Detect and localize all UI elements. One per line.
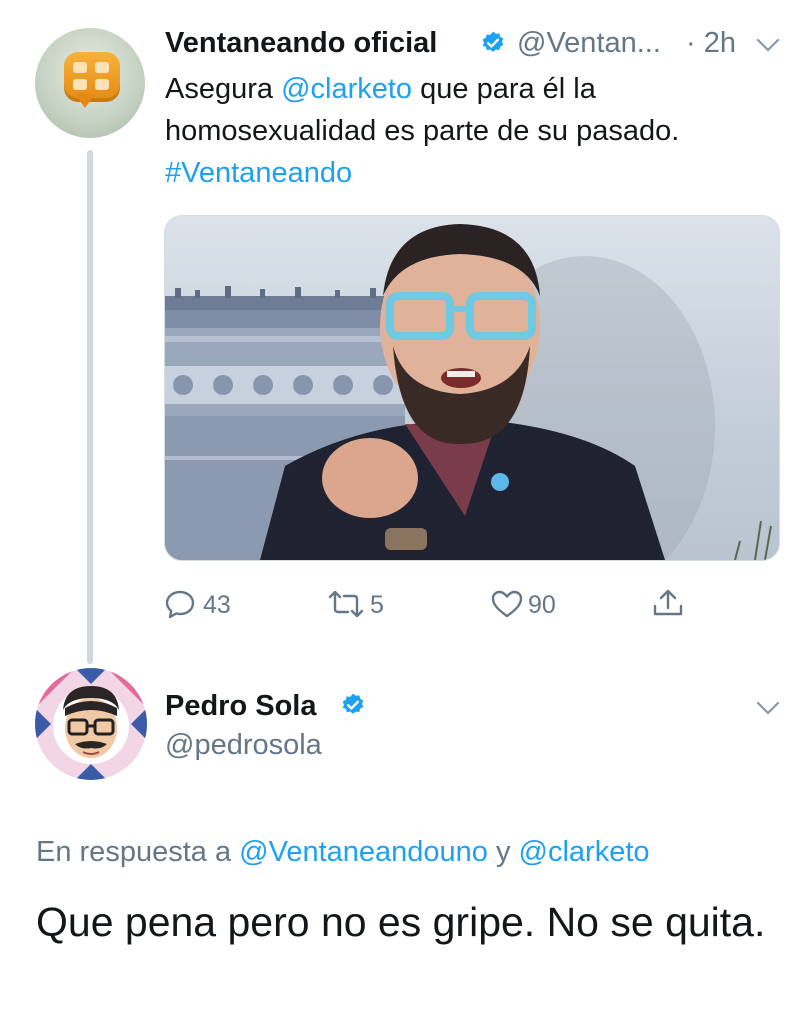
author-name[interactable]: Pedro Sola xyxy=(165,690,317,723)
share-icon[interactable] xyxy=(651,586,685,620)
thread-connector-line xyxy=(87,150,93,664)
author-handle[interactable]: @pedrosola xyxy=(165,729,322,762)
replying-conjunction: y xyxy=(495,836,511,868)
chevron-down-icon[interactable] xyxy=(755,37,781,53)
like-icon[interactable] xyxy=(490,588,524,620)
tweet-text-part: Asegura xyxy=(165,73,274,105)
avatar-ventaneando[interactable] xyxy=(35,28,145,138)
reply-tweet-text: Que pena pero no es gripe. No se quita. xyxy=(36,899,766,945)
replying-mention-link[interactable]: @clarketo xyxy=(519,836,650,868)
avatar-cartoon-face xyxy=(35,668,147,780)
reply-icon[interactable] xyxy=(164,588,198,620)
retweet-count: 5 xyxy=(370,591,384,619)
tweet-photo[interactable] xyxy=(164,215,780,561)
replying-to: En respuesta a @Ventaneandouno y @clarke… xyxy=(36,836,650,869)
replying-prefix: En respuesta a xyxy=(36,836,232,868)
chevron-down-icon[interactable] xyxy=(755,700,781,716)
tweet-text: Asegura @clarketo que para él la homosex… xyxy=(165,68,785,194)
author-name[interactable]: Ventaneando oficial xyxy=(165,27,437,60)
mention-link[interactable]: @clarketo xyxy=(281,73,412,105)
avatar-pedrosola[interactable] xyxy=(35,668,147,780)
replying-mention-link[interactable]: @Ventaneandouno xyxy=(239,836,488,868)
retweet-icon[interactable] xyxy=(325,588,367,620)
hashtag-link[interactable]: #Ventaneando xyxy=(165,157,352,189)
like-count: 90 xyxy=(528,591,556,619)
verified-badge-icon xyxy=(342,693,364,714)
verified-badge-icon xyxy=(482,31,504,52)
reply-count: 43 xyxy=(203,591,231,619)
photo-illustration xyxy=(165,224,772,560)
tweet-time[interactable]: · 2h xyxy=(686,27,736,60)
author-handle[interactable]: @Ventan... xyxy=(517,27,661,60)
